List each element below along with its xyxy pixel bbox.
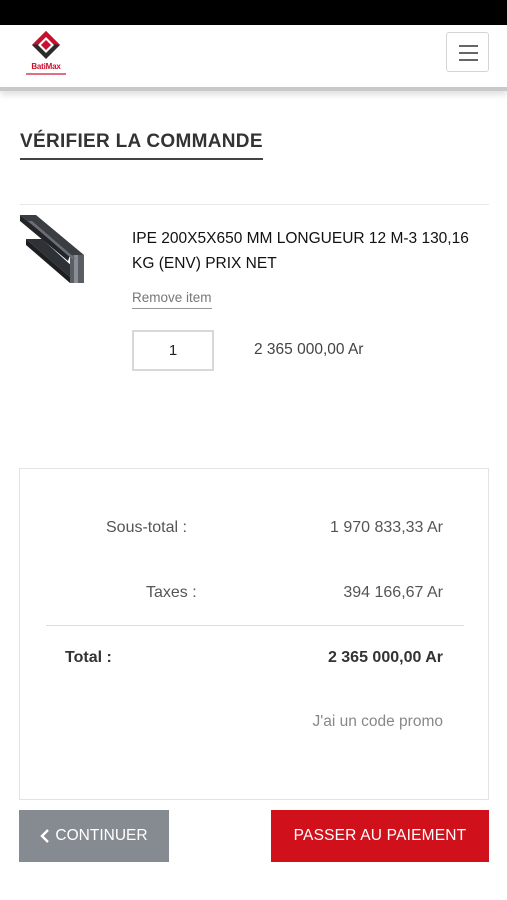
page-title: VÉRIFIER LA COMMANDE [20, 131, 263, 160]
divider [20, 204, 489, 205]
steel-i-beam-image [18, 213, 88, 291]
chevron-left-icon [40, 829, 50, 843]
remove-item-link[interactable]: Remove item [132, 290, 212, 309]
continue-button[interactable]: CONTINUER [19, 810, 169, 862]
checkout-label: PASSER AU PAIEMENT [293, 827, 467, 844]
total-value: 2 365 000,00 Ar [327, 649, 443, 666]
status-bar [0, 0, 507, 25]
logo-house-icon [32, 31, 60, 59]
logo-underline [26, 73, 66, 75]
brand-name: BatiMax [31, 62, 61, 71]
product-name[interactable]: IPE 200X5X650 MM LONGUEUR 12 M-3 130,16 … [132, 226, 472, 276]
subtotal-label: Sous-total : [106, 519, 187, 536]
taxes-label: Taxes : [146, 584, 197, 601]
taxes-value: 394 166,67 Ar [343, 584, 443, 601]
hamburger-icon [459, 45, 478, 47]
quantity-input[interactable]: 1 [132, 330, 214, 371]
order-summary: Sous-total : 1 970 833,33 Ar Taxes : 394… [19, 468, 489, 800]
brand-logo[interactable]: BatiMax [24, 29, 68, 79]
subtotal-value: 1 970 833,33 Ar [330, 519, 443, 536]
total-label: Total : [65, 649, 112, 666]
site-header: BatiMax [0, 25, 507, 91]
checkout-button[interactable]: PASSER AU PAIEMENT [271, 810, 489, 862]
line-item-price: 2 365 000,00 Ar [254, 341, 364, 358]
promo-code-link[interactable]: J'ai un code promo [313, 713, 443, 731]
menu-button[interactable] [446, 32, 489, 72]
continue-label: CONTINUER [55, 827, 148, 844]
summary-divider [46, 625, 464, 626]
